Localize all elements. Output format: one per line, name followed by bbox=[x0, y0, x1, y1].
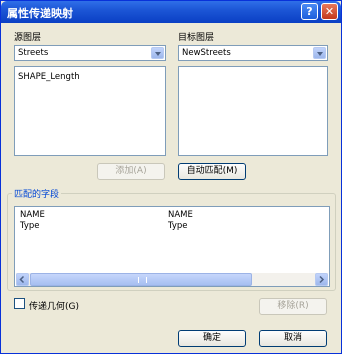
scroll-grip-icon bbox=[138, 277, 147, 283]
chevron-right-icon bbox=[319, 275, 325, 284]
matched-fields-list[interactable]: NAME NAME Type Type bbox=[14, 206, 330, 287]
ok-button[interactable]: 确定 bbox=[178, 330, 246, 347]
question-icon: ? bbox=[306, 5, 313, 18]
horizontal-scrollbar[interactable] bbox=[16, 273, 328, 286]
matched-target-field[interactable]: NAME bbox=[168, 210, 193, 220]
scroll-right-button[interactable] bbox=[315, 273, 328, 286]
matched-source-field[interactable]: Type bbox=[20, 221, 40, 231]
target-layer-value: NewStreets bbox=[182, 48, 231, 58]
cancel-button[interactable]: 取消 bbox=[259, 330, 327, 347]
source-layer-label: 源图层 bbox=[14, 33, 42, 43]
transfer-geometry-checkbox[interactable] bbox=[14, 298, 25, 309]
scroll-left-button[interactable] bbox=[16, 273, 29, 286]
dialog-title: 属性传递映射 bbox=[7, 7, 73, 20]
scroll-thumb[interactable] bbox=[30, 273, 252, 286]
target-fields-list[interactable] bbox=[178, 66, 328, 156]
title-bar[interactable]: 属性传递映射 ? ✕ bbox=[1, 1, 341, 23]
help-button[interactable]: ? bbox=[301, 3, 318, 20]
matched-source-field[interactable]: NAME bbox=[20, 210, 45, 220]
source-layer-select[interactable]: Streets bbox=[14, 45, 166, 61]
chevron-down-icon[interactable] bbox=[151, 47, 164, 59]
matched-fields-title: 匹配的字段 bbox=[12, 187, 62, 200]
add-button[interactable]: 添加(A) bbox=[97, 163, 165, 180]
close-icon: ✕ bbox=[324, 5, 335, 18]
matched-target-field[interactable]: Type bbox=[168, 221, 188, 231]
chevron-down-icon[interactable] bbox=[313, 47, 326, 59]
target-layer-select[interactable]: NewStreets bbox=[178, 45, 328, 61]
source-field-item[interactable]: SHAPE_Length bbox=[18, 72, 80, 82]
source-layer-value: Streets bbox=[18, 48, 49, 58]
attribute-transfer-dialog: 属性传递映射 ? ✕ 源图层 Streets SHAPE_Length 目标图层… bbox=[0, 0, 342, 354]
target-layer-label: 目标图层 bbox=[178, 33, 215, 43]
transfer-geometry-label[interactable]: 传递几何(G) bbox=[29, 299, 79, 312]
auto-match-button[interactable]: 自动匹配(M) bbox=[178, 163, 246, 180]
remove-button[interactable]: 移除(R) bbox=[259, 298, 327, 315]
chevron-left-icon bbox=[19, 275, 25, 284]
close-button[interactable]: ✕ bbox=[321, 3, 338, 20]
source-fields-list[interactable]: SHAPE_Length bbox=[14, 66, 166, 156]
